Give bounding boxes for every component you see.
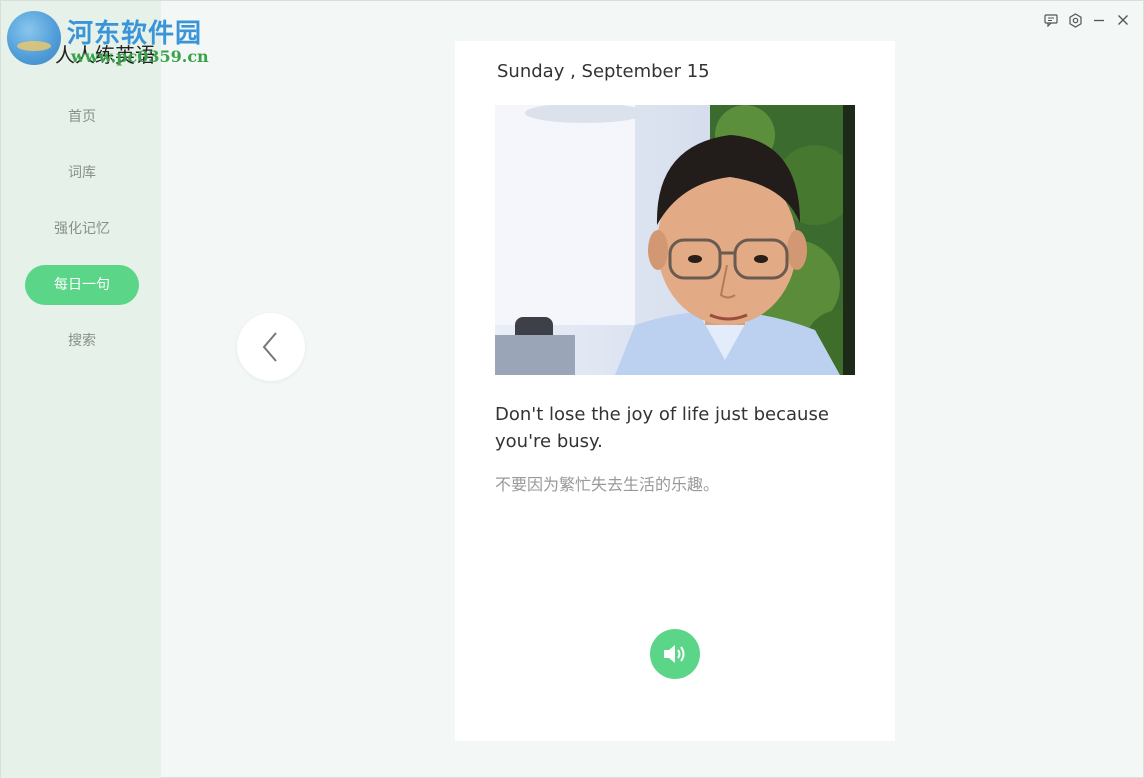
window-controls: [1043, 11, 1131, 29]
play-audio-button[interactable]: [650, 629, 700, 679]
settings-icon[interactable]: [1067, 11, 1083, 29]
logo-area: 人人练英语 河东软件园 www.pc0359.cn: [7, 11, 209, 69]
sidebar-item-daily-sentence[interactable]: 每日一句: [25, 265, 139, 305]
sidebar-item-home[interactable]: 首页: [25, 97, 139, 137]
sentence-date: Sunday , September 15: [497, 61, 710, 82]
sidebar-item-wordbank[interactable]: 词库: [25, 153, 139, 193]
sidebar-nav: 首页 词库 强化记忆 每日一句 搜索: [1, 97, 161, 377]
sentence-photo: [495, 105, 855, 375]
chevron-left-icon: [262, 332, 277, 362]
watermark-logo-icon: [7, 11, 61, 65]
feedback-icon[interactable]: [1043, 11, 1059, 29]
sidebar: 人人练英语 河东软件园 www.pc0359.cn 首页 词库 强化记忆 每日一…: [1, 1, 209, 778]
minimize-icon[interactable]: [1091, 11, 1107, 29]
sentence-english: Don't lose the joy of life just because …: [495, 404, 829, 452]
sidebar-item-search[interactable]: 搜索: [25, 321, 139, 361]
sentence-chinese: 不要因为繁忙失去生活的乐趣。: [495, 475, 720, 494]
sidebar-item-memory[interactable]: 强化记忆: [25, 209, 139, 249]
speaker-icon: [664, 645, 685, 663]
daily-sentence-card: Sunday , September 15 Don't lose the joy…: [455, 41, 895, 741]
watermark-url: www.pc0359.cn: [71, 47, 209, 66]
close-icon[interactable]: [1115, 11, 1131, 29]
watermark-title: 河东软件园: [67, 19, 203, 49]
app-window: 人人练英语 河东软件园 www.pc0359.cn 首页 词库 强化记忆 每日一…: [0, 0, 1144, 778]
previous-button[interactable]: [237, 313, 305, 381]
person-photo-illustration: [495, 105, 855, 375]
